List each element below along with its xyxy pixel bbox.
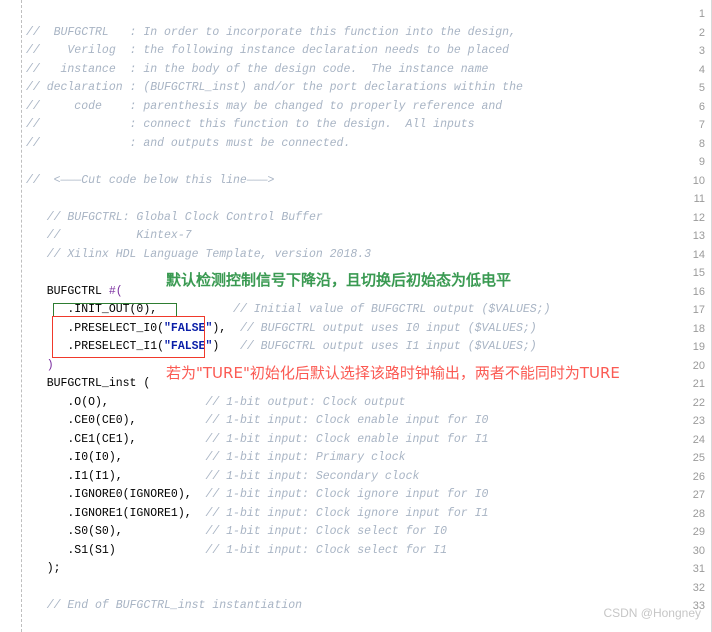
code-line[interactable]: .IGNORE0(IGNORE0), // 1-bit input: Clock…	[26, 488, 488, 501]
code-token-kw: .I0(I0),	[26, 451, 123, 464]
code-token-cmt: // 1-bit input: Clock ignore input for I…	[191, 488, 489, 501]
code-line[interactable]: // declaration : (BUFGCTRL_inst) and/or …	[26, 81, 523, 94]
code-token-cmt: // Verilog : the following instance decl…	[26, 44, 510, 57]
code-line[interactable]: // <———Cut code below this line———>	[26, 174, 274, 187]
code-token-kw: BUFGCTRL_inst (	[26, 377, 151, 390]
code-token-kw: .IGNORE0(IGNORE0),	[26, 488, 192, 501]
code-token-kw: .S1(S1)	[26, 543, 116, 557]
code-token-cmt: // Initial value of BUFGCTRL output ($VA…	[157, 303, 551, 316]
code-line[interactable]: // instance : in the body of the design …	[26, 63, 488, 76]
code-line[interactable]: // Verilog : the following instance decl…	[26, 44, 509, 57]
code-line[interactable]: .PRESELECT_I1("FALSE") // BUFGCTRL outpu…	[26, 340, 537, 353]
code-editor: 1 2 3 4 5 6 7 8 9 10 11 12 13 14 15 16 17 18 19 20 21 22 23 24 2…	[0, 0, 712, 632]
code-token-cmt: // instance : in the body of the design …	[26, 62, 489, 76]
code-token-str: "FALSE"	[164, 340, 213, 353]
code-token-kw: .PRESELECT_I0(	[26, 321, 165, 335]
code-line[interactable]: // : connect this function to the design…	[26, 118, 475, 131]
code-token-kw: );	[26, 562, 61, 575]
code-token-cmt: // BUFGCTRL output uses I0 input ($VALUE…	[226, 321, 537, 335]
annotation-red-text: 若为"TURE"初始化后默认选择该路时钟输出，两者不能同时为TURE	[166, 364, 620, 382]
code-line[interactable]: .I0(I0), // 1-bit input: Primary clock	[26, 451, 406, 464]
code-token-cmt: // : and outputs must be connected.	[26, 136, 351, 150]
code-token-cmt: // 1-bit input: Clock select for I1	[115, 543, 447, 557]
code-token-cmt: // 1-bit input: Clock select for I0	[122, 525, 447, 538]
code-line[interactable]: BUFGCTRL_inst (	[26, 377, 151, 390]
code-line[interactable]: // End of BUFGCTRL_inst instantiation	[26, 599, 302, 612]
code-line[interactable]: .IGNORE1(IGNORE1), // 1-bit input: Clock…	[26, 507, 488, 520]
code-token-kw: .INIT_OUT(0),	[26, 303, 158, 316]
code-line[interactable]: .S0(S0), // 1-bit input: Clock select fo…	[26, 525, 447, 538]
code-line[interactable]: .O(O), // 1-bit output: Clock output	[26, 395, 406, 409]
code-line[interactable]: // Kintex-7	[26, 229, 192, 242]
code-token-kw: .I1(I1),	[26, 469, 123, 483]
watermark: CSDN @Hongney	[603, 606, 701, 620]
code-token-cmt: // <———Cut code below this line———>	[26, 173, 275, 187]
code-line[interactable]: .PRESELECT_I0("FALSE"), // BUFGCTRL outp…	[26, 321, 537, 335]
code-token-cmt: // 1-bit input: Clock ignore input for I…	[191, 506, 489, 520]
code-token-kw: .PRESELECT_I1(	[26, 340, 165, 353]
code-line[interactable]: .CE0(CE0), // 1-bit input: Clock enable …	[26, 414, 488, 427]
code-token-cmt: // BUFGCTRL: Global Clock Control Buffer	[26, 210, 323, 224]
code-token-cmt: // declaration : (BUFGCTRL_inst) and/or …	[26, 81, 523, 94]
code-line[interactable]: BUFGCTRL #(	[26, 285, 123, 298]
code-line[interactable]: // code : parenthesis may be changed to …	[26, 100, 502, 113]
code-token-kw: .O(O),	[26, 395, 109, 409]
code-token-kw: BUFGCTRL	[26, 284, 109, 298]
code-line[interactable]: .CE1(CE1), // 1-bit input: Clock enable …	[26, 433, 488, 446]
code-token-cmt: // Kintex-7	[26, 229, 192, 242]
code-token-cmt: // BUFGCTRL : In order to incorporate th…	[26, 25, 516, 39]
code-line[interactable]: // BUFGCTRL: Global Clock Control Buffer	[26, 211, 323, 224]
code-token-kw: .CE1(CE1),	[26, 432, 137, 446]
code-line[interactable]: )	[26, 359, 54, 372]
code-content[interactable]: // BUFGCTRL : In order to incorporate th…	[0, 0, 712, 632]
code-token-str: "FALSE"	[164, 321, 213, 335]
code-token-cmt: // 1-bit input: Clock enable input for I…	[136, 414, 489, 427]
code-line[interactable]: );	[26, 562, 61, 575]
code-line[interactable]: .I1(I1), // 1-bit input: Secondary clock	[26, 470, 419, 483]
annotation-green-text: 默认检测控制信号下降沿，且切换后初始态为低电平	[166, 271, 512, 289]
code-token-cmt: // code : parenthesis may be changed to …	[26, 99, 503, 113]
code-token-cmt: // End of BUFGCTRL_inst instantiation	[26, 599, 303, 612]
code-token-cmt: // BUFGCTRL output uses I1 input ($VALUE…	[219, 340, 537, 353]
code-line[interactable]: .INIT_OUT(0), // Initial value of BUFGCT…	[26, 303, 551, 316]
code-line[interactable]: // Xilinx HDL Language Template, version…	[26, 248, 371, 261]
code-token-cmt: // : connect this function to the design…	[26, 118, 475, 131]
code-line[interactable]: // BUFGCTRL : In order to incorporate th…	[26, 26, 516, 39]
code-token-kw: .IGNORE1(IGNORE1),	[26, 506, 192, 520]
code-token-kw: ),	[212, 321, 227, 335]
code-line[interactable]: .S1(S1) // 1-bit input: Clock select for…	[26, 544, 447, 557]
code-token-punct: #(	[108, 284, 123, 298]
code-token-kw: .S0(S0),	[26, 525, 123, 538]
code-token-cmt: // 1-bit input: Primary clock	[122, 451, 406, 464]
code-token-cmt: // 1-bit output: Clock output	[108, 395, 406, 409]
code-token-cmt: // 1-bit input: Secondary clock	[122, 469, 420, 483]
code-token-cmt: // 1-bit input: Clock enable input for I…	[136, 432, 489, 446]
code-token-punct: )	[26, 358, 54, 372]
code-line[interactable]: // : and outputs must be connected.	[26, 137, 350, 150]
code-token-cmt: // Xilinx HDL Language Template, version…	[26, 247, 372, 261]
code-token-kw: .CE0(CE0),	[26, 414, 137, 427]
